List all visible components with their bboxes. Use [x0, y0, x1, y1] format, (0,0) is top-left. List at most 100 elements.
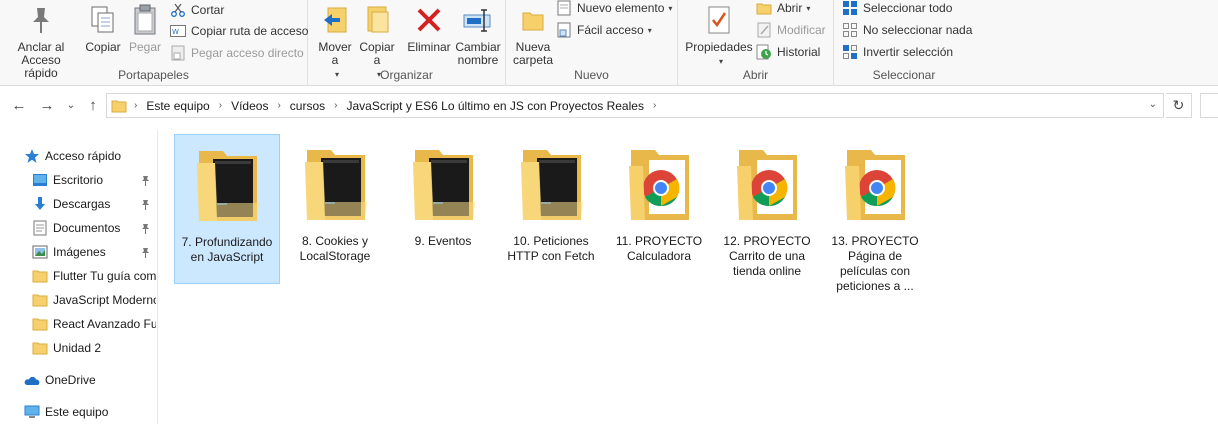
eliminar-button[interactable]: Eliminar — [406, 2, 452, 54]
address-bar[interactable]: › Este equipo › Vídeos › cursos › JavaScript y… — [106, 93, 1164, 118]
sidebar-item-label: Descargas — [53, 197, 111, 211]
this-pc-item[interactable]: Este equipo — [24, 401, 108, 423]
sidebar-item-label: Imágenes — [53, 245, 106, 259]
folder-icon — [111, 98, 127, 114]
pegar-button[interactable]: Pegar — [126, 2, 164, 54]
star-icon — [24, 148, 40, 164]
sidebar-item-label: Documentos — [53, 221, 121, 235]
breadcrumb-separator-icon[interactable]: › — [212, 100, 229, 111]
breadcrumb-item[interactable]: Vídeos — [229, 99, 270, 113]
folder-name: 10. Peticiones HTTP con Fetch — [507, 234, 595, 263]
folder-item[interactable]: 11. PROYECTO Calculadora — [606, 134, 712, 284]
folder-thumbnail-icon — [295, 142, 375, 226]
pegar-acceso-label: Pegar acceso directo — [191, 46, 304, 60]
folder-name: 7. Profundizando en JavaScript — [181, 235, 273, 264]
pegar-label: Pegar — [128, 40, 162, 54]
copy-folder-icon — [359, 2, 395, 38]
folder-thumbnail-icon — [511, 142, 591, 226]
breadcrumb-separator-icon[interactable]: › — [646, 100, 663, 111]
pictures-icon — [32, 244, 48, 260]
folder-name: 12. PROYECTO Carrito de una tienda onlin… — [723, 234, 811, 278]
seleccionar-todo-button[interactable]: Seleccionar todo — [842, 0, 952, 18]
shortcut-icon — [170, 45, 186, 61]
sidebar-item-folder[interactable]: Unidad 2 — [32, 337, 156, 359]
modificar-button[interactable]: Modificar — [756, 20, 826, 40]
cortar-button[interactable]: Cortar — [170, 0, 224, 20]
group-nuevo: Nueva carpeta Nuevo elemento ▾ Fácil acce… — [506, 0, 678, 86]
sidebar-item-label: Unidad 2 — [53, 341, 102, 355]
organizar-label: Organizar — [380, 68, 433, 82]
refresh-icon[interactable]: ↻ — [1166, 93, 1192, 118]
scissors-icon — [170, 2, 186, 18]
back-arrow-icon[interactable]: ← — [10, 96, 28, 114]
folder-item[interactable]: 9. Eventos — [390, 134, 496, 284]
address-dropdown-icon[interactable]: ⌄ — [1149, 99, 1157, 110]
clipboard-icon — [127, 2, 163, 38]
breadcrumb-item[interactable]: cursos — [288, 99, 327, 113]
folder-item[interactable]: 7. Profundizando en JavaScript — [174, 134, 280, 284]
quick-access-label: Acceso rápido — [45, 149, 122, 163]
sidebar-item-folder[interactable]: JavaScript Moderno — [32, 289, 156, 311]
group-seleccionar: Seleccionar todo No seleccionar nada Inv… — [834, 0, 974, 86]
folder-item[interactable]: 13. PROYECTO Página de películas con pet… — [822, 134, 928, 293]
no-seleccionar-button[interactable]: No seleccionar nada — [842, 20, 972, 40]
sidebar-item-pinned[interactable]: Escritorio — [32, 169, 156, 191]
propiedades-label: Propiedades ▾ — [685, 40, 753, 67]
sidebar-item-pinned[interactable]: Documentos — [32, 217, 156, 239]
sidebar-item-pinned[interactable]: Imágenes — [32, 241, 156, 263]
nueva-carpeta-button[interactable]: Nueva carpeta — [510, 2, 556, 67]
select-none-icon — [842, 22, 858, 38]
sidebar-item-label: Escritorio — [53, 173, 104, 187]
invertir-seleccion-label: Invertir selección — [863, 45, 954, 59]
portapapeles-label: Portapapeles — [118, 68, 189, 82]
folder-icon — [32, 268, 48, 284]
nuevo-elemento-button[interactable]: Nuevo elemento ▾ — [556, 0, 672, 18]
folder-item[interactable]: 10. Peticiones HTTP con Fetch — [498, 134, 604, 284]
edit-icon — [756, 22, 772, 38]
eliminar-label: Eliminar — [407, 40, 451, 54]
modificar-label: Modificar — [777, 23, 826, 37]
search-input[interactable] — [1200, 93, 1218, 118]
cambiar-nombre-button[interactable]: Cambiar nombre — [454, 2, 502, 67]
path-icon: W — [170, 23, 186, 39]
sidebar-item-pinned[interactable]: Descargas — [32, 193, 156, 215]
invertir-seleccion-button[interactable]: Invertir selección — [842, 42, 953, 62]
folder-item[interactable]: 8. Cookies y LocalStorage — [282, 134, 388, 284]
rename-icon — [460, 2, 496, 38]
folder-thumbnail-icon — [187, 143, 267, 227]
quick-access-item[interactable]: Acceso rápido — [24, 145, 121, 167]
copiar-ruta-button[interactable]: W Copiar ruta de acceso — [170, 21, 308, 41]
facil-acceso-button[interactable]: Fácil acceso ▾ — [556, 20, 652, 40]
breadcrumb-item[interactable]: JavaScript y ES6 Lo último en JS con Pro… — [344, 99, 645, 113]
pegar-acceso-button[interactable]: Pegar acceso directo — [170, 43, 304, 63]
folder-name: 8. Cookies y LocalStorage — [299, 234, 371, 263]
seleccionar-label: Seleccionar — [872, 68, 936, 82]
breadcrumb-item[interactable]: Este equipo — [144, 99, 211, 113]
folder-thumbnail-icon — [619, 142, 699, 226]
breadcrumb-separator-icon[interactable]: › — [270, 100, 287, 111]
pin-icon — [23, 2, 59, 38]
pinned-icon — [140, 241, 150, 263]
breadcrumb-separator-icon[interactable]: › — [327, 100, 344, 111]
documents-icon — [32, 220, 48, 236]
sidebar-item-folder[interactable]: Flutter Tu guía com — [32, 265, 156, 287]
historial-label: Historial — [777, 45, 821, 59]
new-item-icon — [556, 0, 572, 16]
svg-text:W: W — [172, 28, 179, 36]
copiar-button[interactable]: Copiar — [84, 2, 122, 54]
historial-button[interactable]: Historial — [756, 42, 820, 62]
recent-locations-chevron-icon[interactable]: ⌄ — [62, 96, 80, 114]
up-arrow-icon[interactable]: ↑ — [84, 96, 102, 114]
folder-item[interactable]: 12. PROYECTO Carrito de una tienda onlin… — [714, 134, 820, 284]
downloads-icon — [32, 196, 48, 212]
onedrive-item[interactable]: OneDrive — [24, 369, 96, 391]
sidebar-item-folder[interactable]: React Avanzado Ful — [32, 313, 156, 335]
propiedades-button[interactable]: Propiedades ▾ — [682, 2, 756, 68]
nuevo-elemento-label: Nuevo elemento — [577, 1, 665, 15]
abrir-button[interactable]: Abrir ▾ — [756, 0, 810, 18]
copiar-label: Copiar — [85, 40, 121, 54]
folder-icon — [32, 292, 48, 308]
forward-arrow-icon[interactable]: → — [38, 96, 56, 114]
onedrive-label: OneDrive — [45, 373, 96, 387]
nueva-carpeta-label: Nueva carpeta — [512, 40, 554, 67]
